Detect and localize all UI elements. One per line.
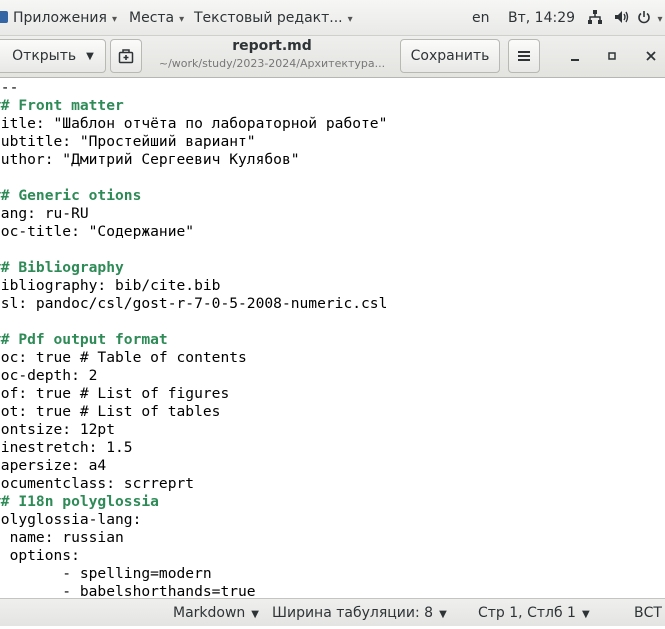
code-line: papersize: a4 [0,457,107,474]
code-line: toc-title: "Содержание" [0,223,195,240]
app-menu[interactable]: Текстовый редакт... ▾ [194,0,353,36]
power-icon[interactable]: ▾ [637,0,662,36]
chevron-down-icon: ▾ [347,14,353,25]
hamburger-menu-button[interactable] [508,39,540,73]
code-heading-line: ## Generic otions [0,187,142,204]
chevron-down-icon: ▼ [86,50,94,62]
minimize-button[interactable] [564,42,586,70]
hamburger-icon [518,51,530,61]
insert-mode[interactable]: ВСТ [634,599,662,627]
open-button[interactable]: Открыть ▼ [0,39,106,73]
code-line: csl: pandoc/csl/gost-r-7-0-5-2008-numeri… [0,295,388,312]
text-editor[interactable]: ---## Front mattertitle: "Шаблон отчёта … [0,78,665,598]
close-icon [646,51,656,61]
applications-icon [0,11,8,23]
code-heading-line: ## Front matter [0,97,124,114]
app-menu-label: Текстовый редакт... [194,10,343,26]
code-line: lot: true # List of tables [0,403,221,420]
input-language-label: en [472,10,490,26]
language-label: Markdown [173,605,246,621]
code-heading-line: ## I18n polyglossia [0,493,159,510]
code-heading-line: ## Pdf output format [0,331,168,348]
code-line: title: "Шаблон отчёта по лабораторной ра… [0,115,388,132]
code-line: author: "Дмитрий Сергеевич Кулябов" [0,151,300,168]
code-line: polyglossia-lang: [0,511,142,528]
close-button[interactable] [640,42,662,70]
save-button-label: Сохранить [410,48,490,64]
input-language[interactable]: en [472,0,490,36]
clock-label: Вт, 14:29 [508,10,576,26]
maximize-button[interactable] [601,42,623,70]
applications-label: Приложения [13,10,107,26]
document-title: report.md [232,38,312,54]
save-button[interactable]: Сохранить [400,39,500,73]
code-line: linestretch: 1.5 [0,439,133,456]
new-document-icon [118,49,134,64]
top-panel: Приложения ▾ Места ▾ Текстовый редакт... ▾ … [0,0,665,36]
code-line: - babelshorthands=true [0,583,256,598]
code-line: subtitle: "Простейший вариант" [0,133,256,150]
tab-width-label: Ширина табуляции: 8 [272,605,434,621]
chevron-down-icon: ▾ [179,14,185,25]
cursor-position-label: Стр 1, Стлб 1 [478,605,576,621]
code-heading-line: ## Bibliography [0,259,124,276]
cursor-position[interactable]: Стр 1, Стлб 1 ▼ [478,599,590,627]
insert-mode-label: ВСТ [634,605,662,621]
code-line: lof: true # List of figures [0,385,230,402]
code-line: options: [0,547,80,564]
chevron-down-icon: ▼ [251,609,259,620]
code-line: fontsize: 12pt [0,421,116,438]
header-bar: Открыть ▼ report.md ~/work/study/2023-20… [0,36,665,78]
chevron-down-icon: ▼ [581,609,590,620]
minimize-icon [571,59,579,61]
places-menu[interactable]: Места ▾ [129,0,184,36]
code-line: bibliography: bib/cite.bib [0,277,221,294]
places-label: Места [129,10,175,26]
code-line: lang: ru-RU [0,205,89,222]
chevron-down-icon: ▾ [111,14,117,25]
code-line: - spelling=modern [0,565,212,582]
maximize-icon [608,52,616,60]
tab-width-selector[interactable]: Ширина табуляции: 8 ▼ [272,599,447,627]
applications-menu[interactable]: Приложения ▾ [0,0,117,36]
chevron-down-icon: ▼ [439,609,447,620]
network-icon[interactable] [588,0,602,36]
code-line: toc: true # Table of contents [0,349,247,366]
code-line: toc-depth: 2 [0,367,98,384]
new-document-button[interactable] [110,39,142,73]
code-line: --- [0,79,19,96]
code-line: name: russian [0,529,124,546]
volume-icon[interactable] [614,0,630,36]
language-selector[interactable]: Markdown ▼ [173,599,259,627]
status-bar: Markdown ▼ Ширина табуляции: 8 ▼ Стр 1, Ст… [0,598,665,626]
code-line: documentclass: scrreprt [0,475,195,492]
open-button-label: Открыть [12,48,77,64]
document-path: ~/work/study/2023-2024/Архитектура... [158,57,386,70]
clock[interactable]: Вт, 14:29 [508,0,575,36]
chevron-down-icon: ▾ [657,14,663,25]
